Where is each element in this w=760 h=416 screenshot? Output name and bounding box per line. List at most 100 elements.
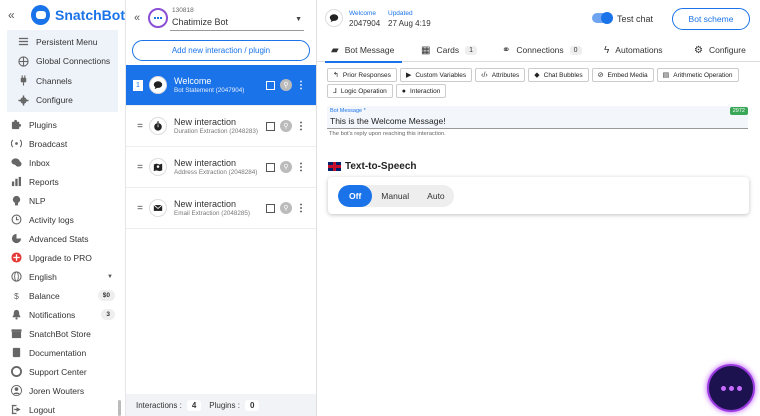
tab-connections[interactable]: ⚭ Connections 0 <box>502 38 582 62</box>
interaction-row[interactable]: = New interaction Duration Extraction (2… <box>126 106 316 147</box>
interaction-row[interactable]: = New interaction Email Extraction (2048… <box>126 188 316 229</box>
link-icon[interactable]: ⚲ <box>280 79 292 91</box>
link-icon[interactable]: ⚲ <box>280 161 292 173</box>
select-checkbox[interactable] <box>266 121 275 131</box>
test-chat-toggle[interactable] <box>592 12 613 24</box>
bot-id: 130818 <box>172 7 194 14</box>
sidebar-scrollbar[interactable] <box>118 400 121 416</box>
tts-card: Off Manual Auto <box>328 177 749 214</box>
chart-icon <box>11 176 22 187</box>
bot-message-field[interactable]: Bot Message * This is the Welcome Messag… <box>327 106 748 129</box>
tab-automations[interactable]: ϟ Automations <box>604 38 663 62</box>
select-checkbox[interactable] <box>266 80 275 90</box>
nav-persistent-menu[interactable]: Persistent Menu <box>7 32 118 52</box>
bot-settings-group: Persistent Menu Global Connections Chann… <box>7 30 118 112</box>
interactions-footer: Interactions : 4 Plugins : 0 <box>126 394 316 416</box>
chip-label: Interaction <box>410 87 441 95</box>
nav-profile[interactable]: Joren Wouters <box>0 381 125 400</box>
more-vert-icon[interactable]: ⋮ <box>296 80 306 91</box>
tab-cards[interactable]: ▦ Cards 1 <box>421 38 478 62</box>
nav-support[interactable]: Support Center <box>0 362 125 381</box>
tab-configure[interactable]: ⚙ Configure <box>694 38 746 62</box>
tts-option-auto[interactable]: Auto <box>418 185 454 207</box>
tab-bot-message[interactable]: ▰ Bot Message <box>324 38 403 63</box>
link-icon[interactable]: ⚲ <box>280 120 292 132</box>
drag-handle[interactable]: = <box>133 203 147 214</box>
dot-icon <box>736 385 742 391</box>
nav-channels[interactable]: Channels <box>7 71 118 91</box>
chip-label: Prior Responses <box>342 71 391 79</box>
nav-logout[interactable]: Logout <box>0 400 125 416</box>
caret-down-icon[interactable]: ▼ <box>295 16 302 23</box>
add-interaction-button[interactable]: Add new interaction / plugin <box>132 40 310 61</box>
bot-name: Chatimize Bot <box>172 17 229 27</box>
bolt-icon: ϟ <box>604 44 610 56</box>
broadcast-icon <box>11 138 22 149</box>
chip-label: Logic Operation <box>340 87 387 95</box>
nav-nlp[interactable]: NLP <box>0 191 125 210</box>
nav-global-connections[interactable]: Global Connections <box>7 52 118 72</box>
interaction-list: 1 Welcome Bot Statement (2047904) ⚲ ⋮ = … <box>126 65 316 229</box>
interaction-row[interactable]: 1 Welcome Bot Statement (2047904) ⚲ ⋮ <box>126 65 316 106</box>
nav-language[interactable]: English ▼ <box>0 267 125 286</box>
nav-reports[interactable]: Reports <box>0 172 125 191</box>
more-vert-icon[interactable]: ⋮ <box>296 162 306 173</box>
chip-embed-media[interactable]: ⊘ Embed Media <box>591 68 654 82</box>
drag-handle[interactable]: = <box>133 121 147 132</box>
plugins-count: 0 <box>244 399 260 411</box>
drag-handle[interactable]: 1 <box>133 79 143 91</box>
nav-inbox[interactable]: Inbox <box>0 153 125 172</box>
nav-broadcast[interactable]: Broadcast <box>0 134 125 153</box>
chip-arithmetic-operation[interactable]: ▤ Arithmetic Operation <box>656 68 739 82</box>
bot-selector[interactable]: « 130818 Chatimize Bot ▼ <box>126 0 316 36</box>
nav-label: Persistent Menu <box>36 36 98 47</box>
link-icon[interactable]: ⚲ <box>280 202 292 214</box>
chip-label: Embed Media <box>607 71 648 79</box>
interaction-row[interactable]: = New interaction Address Extraction (20… <box>126 147 316 188</box>
more-vert-icon[interactable]: ⋮ <box>296 203 306 214</box>
tab-label: Cards <box>436 45 460 55</box>
nav-notifications[interactable]: Notifications 3 <box>0 305 125 324</box>
chip-chat-bubbles[interactable]: ◆ Chat Bubbles <box>528 68 589 82</box>
plugins-count-label: Plugins : <box>209 400 240 410</box>
bell-icon <box>11 309 22 320</box>
support-icon <box>11 366 22 377</box>
tts-option-manual[interactable]: Manual <box>372 185 418 207</box>
nav-label: NLP <box>29 195 46 206</box>
chip-label: Attributes <box>491 71 520 79</box>
chip-attributes[interactable]: ‹/› Attributes <box>475 68 526 82</box>
envelope-icon <box>149 199 167 217</box>
chip-interaction[interactable]: ● Interaction <box>395 84 447 98</box>
chat-widget-button[interactable] <box>707 364 755 412</box>
select-checkbox[interactable] <box>266 203 275 213</box>
collapse-sidebar-icon[interactable]: « <box>8 8 25 22</box>
collapse-panel-icon[interactable]: « <box>134 12 148 24</box>
interaction-subtitle: Address Extraction (2048284) <box>174 169 258 176</box>
tts-option-off[interactable]: Off <box>338 184 373 207</box>
map-icon <box>149 158 167 176</box>
nav-store[interactable]: SnatchBot Store <box>0 324 125 343</box>
more-vert-icon[interactable]: ⋮ <box>296 121 306 132</box>
editor-panel: Welcome 2047904 Updated 27 Aug 4:19 Test… <box>317 0 760 416</box>
chip-custom-variables[interactable]: ▶ Custom Variables <box>399 68 473 82</box>
chip-prior-responses[interactable]: ↰ Prior Responses <box>327 68 397 82</box>
tab-count: 0 <box>569 45 582 55</box>
select-checkbox[interactable] <box>266 162 275 172</box>
tab-label: Bot Message <box>344 45 395 55</box>
bot-scheme-button[interactable]: Bot scheme <box>672 8 750 30</box>
nav-label: Balance <box>29 290 60 301</box>
chip-logic-operation[interactable]: ⅃ Logic Operation <box>327 84 393 98</box>
chat-bubble-icon <box>325 9 343 27</box>
reply-icon: ↰ <box>333 72 339 79</box>
nav-advanced-stats[interactable]: Advanced Stats <box>0 229 125 248</box>
nav-label: Global Connections <box>36 56 111 67</box>
nav-configure[interactable]: Configure <box>7 91 118 111</box>
bot-message-label: Bot Message * <box>330 108 366 114</box>
nav-upgrade-pro[interactable]: Upgrade to PRO <box>0 248 125 267</box>
nav-balance[interactable]: $ Balance $0 <box>0 286 125 305</box>
nav-documentation[interactable]: Documentation <box>0 343 125 362</box>
nav-activity-logs[interactable]: Activity logs <box>0 210 125 229</box>
drag-handle[interactable]: = <box>133 162 147 173</box>
bot-message-value[interactable]: This is the Welcome Message! <box>330 116 446 126</box>
nav-plugins[interactable]: Plugins <box>0 115 125 134</box>
